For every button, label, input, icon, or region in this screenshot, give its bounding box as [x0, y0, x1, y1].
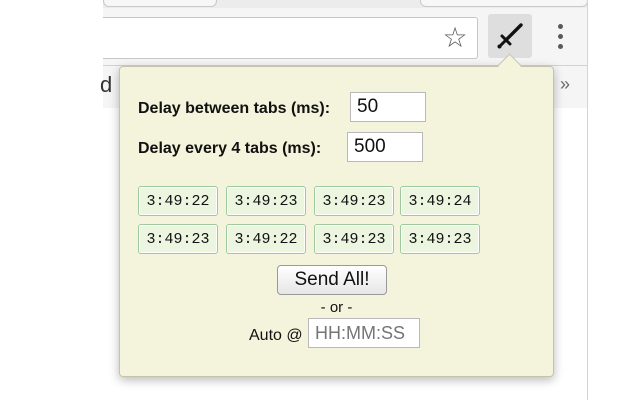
browser-menu-button[interactable] [550, 18, 570, 54]
or-separator: - or - [320, 299, 353, 316]
bookmark-item-fragment[interactable]: d [100, 72, 112, 98]
time-cell[interactable]: 3:49:23 [314, 224, 394, 254]
time-cell[interactable]: 3:49:22 [138, 186, 218, 216]
time-cell[interactable]: 3:49:22 [226, 224, 306, 254]
menu-dot [557, 23, 563, 29]
delay-every-label: Delay every 4 tabs (ms): [138, 140, 322, 157]
extension-button[interactable] [488, 14, 532, 58]
auto-time-input[interactable] [308, 318, 420, 348]
delay-between-label: Delay between tabs (ms): [138, 100, 331, 117]
tab-right[interactable] [420, 0, 588, 7]
time-cell[interactable]: 3:49:23 [400, 224, 480, 254]
sword-icon [497, 23, 523, 49]
menu-dot [557, 43, 563, 49]
address-bar[interactable] [103, 17, 478, 59]
time-cell[interactable]: 3:49:23 [226, 186, 306, 216]
time-cell[interactable]: 3:49:23 [314, 186, 394, 216]
send-all-button[interactable]: Send All! [277, 265, 387, 295]
time-cell[interactable]: 3:49:24 [400, 186, 480, 216]
bookmark-star-icon[interactable]: ☆ [440, 23, 470, 53]
time-cell[interactable]: 3:49:23 [138, 224, 218, 254]
delay-every-input[interactable] [347, 132, 423, 162]
tab-left[interactable] [103, 0, 217, 7]
bookmarks-overflow-chevron-icon[interactable]: » [560, 74, 570, 95]
window-edge [587, 0, 588, 400]
delay-between-input[interactable] [350, 92, 426, 122]
page-margin-right [588, 0, 640, 400]
browser-window: ☆ d » Delay between tabs (ms): Delay eve… [0, 0, 640, 400]
auto-label: Auto @ [249, 327, 303, 344]
page-margin-left [0, 0, 103, 400]
extension-popup: Delay between tabs (ms): Delay every 4 t… [119, 66, 554, 377]
menu-dot [557, 33, 563, 39]
